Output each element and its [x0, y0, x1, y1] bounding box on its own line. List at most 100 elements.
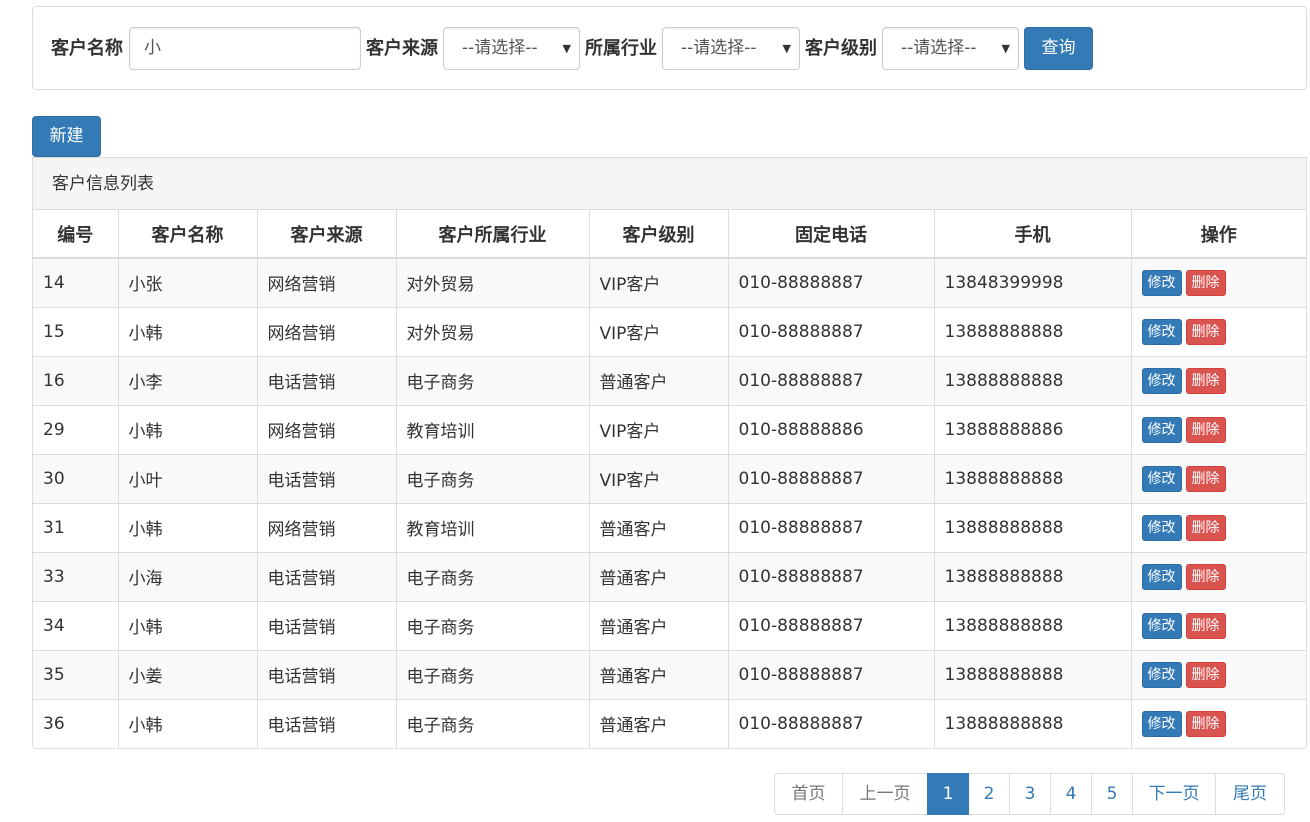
- industry-label: 所属行业: [585, 38, 657, 59]
- table-row: 16 小李 电话营销 电子商务 普通客户 010-88888887 13888888888 修…: [33, 355, 1306, 405]
- edit-button[interactable]: 修改: [1141, 514, 1182, 541]
- industry-select[interactable]: --请选择-- ▼: [662, 27, 800, 70]
- cell-industry: 对外贸易: [396, 306, 590, 356]
- page-last[interactable]: 尾页: [1215, 773, 1285, 815]
- edit-button[interactable]: 修改: [1141, 367, 1182, 394]
- delete-button[interactable]: 删除: [1185, 612, 1226, 639]
- customer-source-selected: --请选择--: [462, 38, 538, 58]
- table-row: 36 小韩 电话营销 电子商务 普通客户 010-88888887 13888888888 修…: [33, 698, 1306, 748]
- delete-button[interactable]: 删除: [1185, 269, 1226, 296]
- delete-button[interactable]: 删除: [1185, 367, 1226, 394]
- cell-industry: 教育培训: [396, 502, 590, 552]
- cell-industry: 电子商务: [396, 551, 590, 601]
- cell-phone: 010-88888887: [728, 649, 935, 699]
- cell-source: 电话营销: [257, 551, 397, 601]
- cell-level: 普通客户: [589, 649, 729, 699]
- edit-button[interactable]: 修改: [1141, 661, 1182, 688]
- cell-id: 15: [33, 306, 119, 356]
- cell-industry: 电子商务: [396, 453, 590, 503]
- cell-phone: 010-88888886: [728, 404, 935, 454]
- cell-mobile: 13888888888: [934, 453, 1132, 503]
- cell-industry: 电子商务: [396, 698, 590, 748]
- cell-mobile: 13888888888: [934, 502, 1132, 552]
- table-row: 15 小韩 网络营销 对外贸易 VIP客户 010-88888887 13888888888…: [33, 306, 1306, 356]
- cell-level: 普通客户: [589, 600, 729, 650]
- new-button[interactable]: 新建: [32, 116, 101, 157]
- cell-actions: 修改 删除: [1131, 257, 1306, 307]
- cell-source: 电话营销: [257, 453, 397, 503]
- industry-selected: --请选择--: [681, 38, 757, 58]
- cell-id: 14: [33, 257, 119, 307]
- cell-level: VIP客户: [589, 257, 729, 307]
- edit-button[interactable]: 修改: [1141, 612, 1182, 639]
- customer-list-panel: 客户信息列表 编号 客户名称 客户来源 客户所属行业 客户级别 固定电话 手机 …: [32, 157, 1307, 749]
- page-2[interactable]: 2: [968, 773, 1010, 815]
- page-5[interactable]: 5: [1091, 773, 1133, 815]
- edit-button[interactable]: 修改: [1141, 318, 1182, 345]
- column-header-industry: 客户所属行业: [396, 210, 590, 259]
- cell-mobile: 13888888888: [934, 649, 1132, 699]
- cell-customer-name: 小李: [118, 355, 258, 405]
- table-header-row: 编号 客户名称 客户来源 客户所属行业 客户级别 固定电话 手机 操作: [33, 210, 1306, 259]
- table-row: 35 小姜 电话营销 电子商务 普通客户 010-88888887 13888888888 修…: [33, 649, 1306, 699]
- table-row: 33 小海 电话营销 电子商务 普通客户 010-88888887 13888888888 修…: [33, 551, 1306, 601]
- chevron-down-icon: ▼: [562, 42, 571, 55]
- cell-actions: 修改 删除: [1131, 551, 1306, 601]
- cell-actions: 修改 删除: [1131, 600, 1306, 650]
- page-next[interactable]: 下一页: [1132, 773, 1216, 815]
- page-prev[interactable]: 上一页: [842, 773, 928, 815]
- cell-mobile: 13848399998: [934, 257, 1132, 307]
- cell-customer-name: 小海: [118, 551, 258, 601]
- cell-phone: 010-88888887: [728, 257, 935, 307]
- cell-mobile: 13888888888: [934, 600, 1132, 650]
- cell-source: 电话营销: [257, 649, 397, 699]
- table-row: 30 小叶 电话营销 电子商务 VIP客户 010-88888887 13888888888…: [33, 453, 1306, 503]
- customer-name-input[interactable]: 小: [129, 27, 361, 70]
- cell-mobile: 13888888888: [934, 306, 1132, 356]
- cell-source: 网络营销: [257, 257, 397, 307]
- customer-source-label: 客户来源: [366, 38, 438, 59]
- cell-actions: 修改 删除: [1131, 502, 1306, 552]
- delete-button[interactable]: 删除: [1185, 710, 1226, 737]
- edit-button[interactable]: 修改: [1141, 416, 1182, 443]
- customer-table: 编号 客户名称 客户来源 客户所属行业 客户级别 固定电话 手机 操作 14 小张…: [33, 210, 1306, 748]
- page-4[interactable]: 4: [1050, 773, 1092, 815]
- page-1[interactable]: 1: [927, 773, 969, 815]
- cell-level: 普通客户: [589, 502, 729, 552]
- customer-name-label: 客户名称: [51, 38, 123, 59]
- delete-button[interactable]: 删除: [1185, 318, 1226, 345]
- cell-customer-name: 小姜: [118, 649, 258, 699]
- edit-button[interactable]: 修改: [1141, 269, 1182, 296]
- delete-button[interactable]: 删除: [1185, 514, 1226, 541]
- column-header-id: 编号: [33, 210, 119, 259]
- edit-button[interactable]: 修改: [1141, 465, 1182, 492]
- cell-id: 33: [33, 551, 119, 601]
- page-first[interactable]: 首页: [774, 773, 843, 815]
- cell-actions: 修改 删除: [1131, 649, 1306, 699]
- cell-customer-name: 小韩: [118, 306, 258, 356]
- query-button[interactable]: 查询: [1024, 27, 1093, 70]
- edit-button[interactable]: 修改: [1141, 710, 1182, 737]
- cell-level: 普通客户: [589, 551, 729, 601]
- cell-source: 网络营销: [257, 502, 397, 552]
- cell-customer-name: 小韩: [118, 600, 258, 650]
- column-header-name: 客户名称: [118, 210, 258, 259]
- cell-phone: 010-88888887: [728, 600, 935, 650]
- cell-customer-name: 小叶: [118, 453, 258, 503]
- cell-actions: 修改 删除: [1131, 306, 1306, 356]
- table-row: 34 小韩 电话营销 电子商务 普通客户 010-88888887 13888888888 修…: [33, 600, 1306, 650]
- customer-source-select[interactable]: --请选择-- ▼: [443, 27, 580, 70]
- edit-button[interactable]: 修改: [1141, 563, 1182, 590]
- delete-button[interactable]: 删除: [1185, 661, 1226, 688]
- cell-level: VIP客户: [589, 453, 729, 503]
- page-3[interactable]: 3: [1009, 773, 1051, 815]
- cell-source: 电话营销: [257, 600, 397, 650]
- cell-source: 网络营销: [257, 404, 397, 454]
- cell-phone: 010-88888887: [728, 355, 935, 405]
- delete-button[interactable]: 删除: [1185, 465, 1226, 492]
- cell-level: VIP客户: [589, 404, 729, 454]
- cell-industry: 电子商务: [396, 649, 590, 699]
- delete-button[interactable]: 删除: [1185, 563, 1226, 590]
- delete-button[interactable]: 删除: [1185, 416, 1226, 443]
- customer-level-select[interactable]: --请选择-- ▼: [882, 27, 1019, 70]
